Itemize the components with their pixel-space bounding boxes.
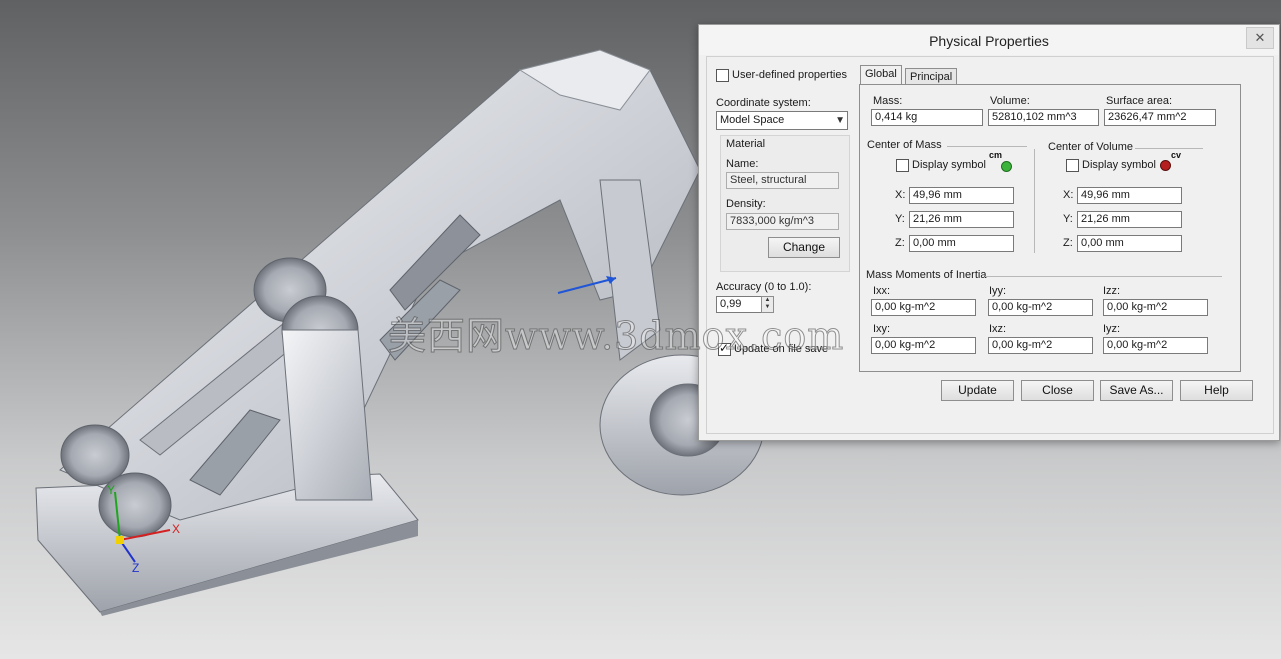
- center-of-mass-heading: Center of Mass: [867, 139, 942, 151]
- coord-system-label: Coordinate system:: [716, 97, 811, 109]
- cov-display-symbol-checkbox[interactable]: [1066, 159, 1079, 172]
- com-display-symbol-label: Display symbol: [912, 159, 986, 171]
- com-x-label: X:: [895, 189, 906, 201]
- izz-field[interactable]: 0,00 kg-m^2: [1103, 299, 1208, 316]
- ixx-field[interactable]: 0,00 kg-m^2: [871, 299, 976, 316]
- mass-label: Mass:: [873, 95, 903, 107]
- coord-system-value: Model Space: [720, 114, 785, 126]
- cov-divider: [1135, 148, 1203, 149]
- inertia-heading: Mass Moments of Inertia: [866, 269, 987, 281]
- com-display-symbol-checkbox[interactable]: [896, 159, 909, 172]
- user-defined-label: User-defined properties: [732, 69, 847, 81]
- surface-area-label: Surface area:: [1106, 95, 1173, 107]
- user-defined-checkbox[interactable]: [716, 69, 729, 82]
- cv-symbol-label: cv: [1171, 150, 1182, 160]
- ixz-label: Ixz:: [989, 323, 1007, 335]
- density-label: Density:: [726, 198, 766, 210]
- cov-x-label: X:: [1063, 189, 1074, 201]
- density-field: 7833,000 kg/m^3: [726, 213, 839, 230]
- material-name-label: Name:: [726, 158, 759, 170]
- cm-symbol-icon: [1001, 161, 1012, 172]
- dialog-body: User-defined properties Coordinate syste…: [706, 56, 1274, 434]
- dialog-title: Physical Properties: [929, 33, 1049, 49]
- izz-label: Izz:: [1103, 285, 1121, 297]
- cm-symbol-label: cm: [989, 150, 1003, 160]
- tab-panel-global: [859, 84, 1241, 372]
- center-divider: [1034, 149, 1035, 253]
- iyz-label: Iyz:: [1103, 323, 1121, 335]
- update-button[interactable]: Update: [941, 380, 1014, 401]
- close-icon[interactable]: ✕: [1246, 27, 1274, 49]
- triad-x-label: X: [172, 522, 180, 536]
- cv-symbol-icon: [1160, 160, 1171, 171]
- volume-label: Volume:: [990, 95, 1030, 107]
- save-as-button[interactable]: Save As...: [1100, 380, 1173, 401]
- iyy-field[interactable]: 0,00 kg-m^2: [988, 299, 1093, 316]
- volume-field[interactable]: 52810,102 mm^3: [988, 109, 1099, 126]
- iyy-label: Iyy:: [989, 285, 1007, 297]
- material-heading: Material: [726, 138, 766, 150]
- material-name-field: Steel, structural: [726, 172, 839, 189]
- cov-z-label: Z:: [1063, 237, 1073, 249]
- ixx-label: Ixx:: [873, 285, 891, 297]
- coord-system-select[interactable]: Model Space ▼: [716, 111, 848, 130]
- ixz-field[interactable]: 0,00 kg-m^2: [988, 337, 1093, 354]
- cov-display-symbol-label: Display symbol: [1082, 159, 1156, 171]
- cov-y-label: Y:: [1063, 213, 1073, 225]
- dialog-titlebar[interactable]: Physical Properties ✕: [699, 25, 1279, 55]
- change-material-button[interactable]: Change: [768, 237, 840, 258]
- accuracy-label: Accuracy (0 to 1.0):: [716, 281, 812, 293]
- cov-x-field[interactable]: 49,96 mm: [1077, 187, 1182, 204]
- tab-global[interactable]: Global: [860, 65, 902, 85]
- chevron-down-icon: ▼: [835, 115, 845, 126]
- cov-z-field[interactable]: 0,00 mm: [1077, 235, 1182, 252]
- com-y-label: Y:: [895, 213, 905, 225]
- physical-properties-dialog: Physical Properties ✕ User-defined prope…: [698, 24, 1280, 441]
- ixy-label: Ixy:: [873, 323, 891, 335]
- com-x-field[interactable]: 49,96 mm: [909, 187, 1014, 204]
- cov-y-field[interactable]: 21,26 mm: [1077, 211, 1182, 228]
- surface-area-field[interactable]: 23626,47 mm^2: [1104, 109, 1216, 126]
- triad-y-label: Y: [107, 483, 115, 497]
- com-divider: [947, 146, 1027, 147]
- mass-field[interactable]: 0,414 kg: [871, 109, 983, 126]
- ixy-field[interactable]: 0,00 kg-m^2: [871, 337, 976, 354]
- spin-up-icon[interactable]: ▲: [762, 297, 773, 304]
- inertia-divider: [985, 276, 1222, 277]
- watermark-text: 美西网www.3dmox.com: [387, 314, 845, 359]
- triad-z-label: Z: [132, 561, 139, 575]
- iyz-field[interactable]: 0,00 kg-m^2: [1103, 337, 1208, 354]
- help-button[interactable]: Help: [1180, 380, 1253, 401]
- close-button[interactable]: Close: [1021, 380, 1094, 401]
- com-z-field[interactable]: 0,00 mm: [909, 235, 1014, 252]
- center-of-volume-heading: Center of Volume: [1048, 141, 1133, 153]
- com-y-field[interactable]: 21,26 mm: [909, 211, 1014, 228]
- com-z-label: Z:: [895, 237, 905, 249]
